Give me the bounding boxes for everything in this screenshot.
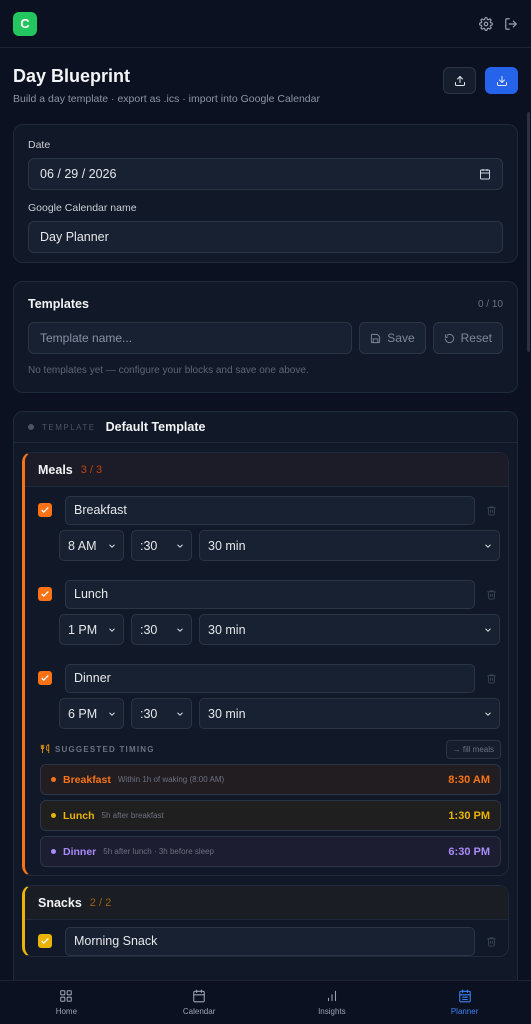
snack-item: Morning Snack — [25, 926, 508, 956]
meal-item: Dinner 6 PM :30 30 min — [25, 663, 508, 729]
snacks-title: Snacks — [38, 895, 82, 910]
duration-select[interactable]: 30 min — [199, 698, 500, 729]
template-name: Default Template — [105, 420, 206, 434]
reset-icon — [444, 333, 454, 343]
date-value: 06 / 29 / 2026 — [40, 167, 117, 181]
logout-icon[interactable] — [504, 17, 518, 31]
page-subtitle: Build a day template · export as .ics · … — [13, 93, 320, 105]
template-card: TEMPLATE Default Template Meals 3 / 3 Br… — [13, 411, 518, 1024]
bottom-nav: Home Calendar Insights Planner — [0, 980, 531, 1024]
chevron-down-icon — [177, 627, 183, 632]
trash-icon[interactable] — [482, 505, 500, 516]
calendar-name-value: Day Planner — [40, 230, 109, 244]
status-dot — [28, 424, 34, 430]
calendar-name-label: Google Calendar name — [28, 202, 137, 214]
grid-icon — [60, 990, 73, 1002]
scrollbar[interactable] — [527, 112, 530, 352]
date-input[interactable]: 06 / 29 / 2026 — [28, 158, 503, 190]
save-icon — [371, 333, 381, 343]
lunch-dot — [51, 813, 56, 818]
meal-item: Breakfast 8 AM :30 30 min — [25, 495, 508, 561]
suggested-row-dinner: Dinner 5h after lunch · 3h before sleep … — [40, 836, 501, 867]
meal-checkbox[interactable] — [38, 587, 52, 601]
hour-select[interactable]: 6 PM — [59, 698, 124, 729]
app-logo[interactable]: C — [13, 11, 37, 36]
nav-home[interactable]: Home — [0, 981, 133, 1024]
settings-card: Date 06 / 29 / 2026 Google Calendar name… — [13, 124, 518, 263]
snack-name-input[interactable]: Morning Snack — [65, 926, 475, 956]
meal-name-input[interactable]: Dinner — [65, 663, 475, 693]
meal-item: Lunch 1 PM :30 30 min — [25, 579, 508, 645]
utensils-icon — [40, 744, 50, 754]
download-icon — [496, 75, 507, 86]
calendar-icon — [458, 989, 471, 1003]
reset-template-button[interactable]: Reset — [432, 322, 503, 354]
nav-planner[interactable]: Planner — [398, 981, 531, 1024]
top-actions — [479, 16, 518, 31]
calendar-name-input[interactable]: Day Planner — [28, 221, 503, 253]
check-icon — [41, 591, 49, 597]
snacks-count: 2 / 2 — [89, 896, 112, 909]
suggested-timing: SUGGESTED TIMING → fill meals Breakfast … — [40, 739, 501, 867]
meal-checkbox[interactable] — [38, 671, 52, 685]
templates-card: Templates 0 / 10 Template name... Save R… — [13, 281, 518, 393]
save-template-button[interactable]: Save — [359, 322, 426, 354]
suggested-title: SUGGESTED TIMING — [55, 744, 155, 754]
page-header: Day Blueprint Build a day template · exp… — [0, 48, 531, 124]
check-icon — [41, 938, 49, 944]
templates-empty-text: No templates yet — configure your blocks… — [28, 365, 309, 376]
date-label: Date — [28, 139, 51, 151]
template-tag: TEMPLATE — [42, 422, 96, 432]
trash-icon[interactable] — [482, 673, 500, 684]
upload-icon — [454, 75, 465, 86]
upload-button[interactable] — [443, 67, 476, 94]
hour-select[interactable]: 8 AM — [59, 530, 124, 561]
duration-select[interactable]: 30 min — [199, 530, 500, 561]
meal-name-input[interactable]: Lunch — [65, 579, 475, 609]
template-name-input[interactable]: Template name... — [28, 322, 353, 354]
nav-insights[interactable]: Insights — [266, 981, 399, 1024]
fill-meals-button[interactable]: → fill meals — [445, 739, 501, 759]
snacks-group: Snacks 2 / 2 Morning Snack — [22, 885, 509, 957]
calendar-icon[interactable] — [479, 168, 491, 180]
trash-icon[interactable] — [482, 936, 500, 947]
check-icon — [41, 675, 49, 681]
chevron-down-icon — [485, 627, 491, 632]
chevron-down-icon — [485, 543, 491, 548]
suggested-row-breakfast: Breakfast Within 1h of waking (8:00 AM) … — [40, 764, 501, 795]
check-icon — [41, 507, 49, 513]
top-bar: C — [0, 0, 531, 48]
breakfast-dot — [51, 777, 56, 782]
meals-count: 3 / 3 — [80, 463, 103, 476]
chevron-down-icon — [109, 627, 115, 632]
calendar-icon — [193, 989, 205, 1003]
suggested-row-lunch: Lunch 5h after breakfast 1:30 PM — [40, 800, 501, 831]
hour-select[interactable]: 1 PM — [59, 614, 124, 645]
duration-select[interactable]: 30 min — [199, 614, 500, 645]
download-button[interactable] — [485, 67, 518, 94]
meal-name-input[interactable]: Breakfast — [65, 495, 475, 525]
nav-calendar[interactable]: Calendar — [133, 981, 266, 1024]
snack-checkbox[interactable] — [38, 934, 52, 948]
templates-title: Templates — [28, 297, 89, 311]
chevron-down-icon — [177, 543, 183, 548]
minute-select[interactable]: :30 — [131, 614, 192, 645]
meals-title: Meals — [38, 462, 73, 477]
templates-count: 0 / 10 — [477, 298, 503, 310]
dinner-dot — [51, 849, 56, 854]
chevron-down-icon — [109, 543, 115, 548]
bar-chart-icon — [327, 990, 336, 1002]
trash-icon[interactable] — [482, 589, 500, 600]
meal-checkbox[interactable] — [38, 503, 52, 517]
chevron-down-icon — [177, 711, 183, 716]
chevron-down-icon — [109, 711, 115, 716]
minute-select[interactable]: :30 — [131, 530, 192, 561]
gear-icon[interactable] — [479, 16, 493, 31]
chevron-down-icon — [485, 711, 491, 716]
minute-select[interactable]: :30 — [131, 698, 192, 729]
meals-group: Meals 3 / 3 Breakfast 8 AM :30 30 min Lu… — [22, 452, 509, 876]
